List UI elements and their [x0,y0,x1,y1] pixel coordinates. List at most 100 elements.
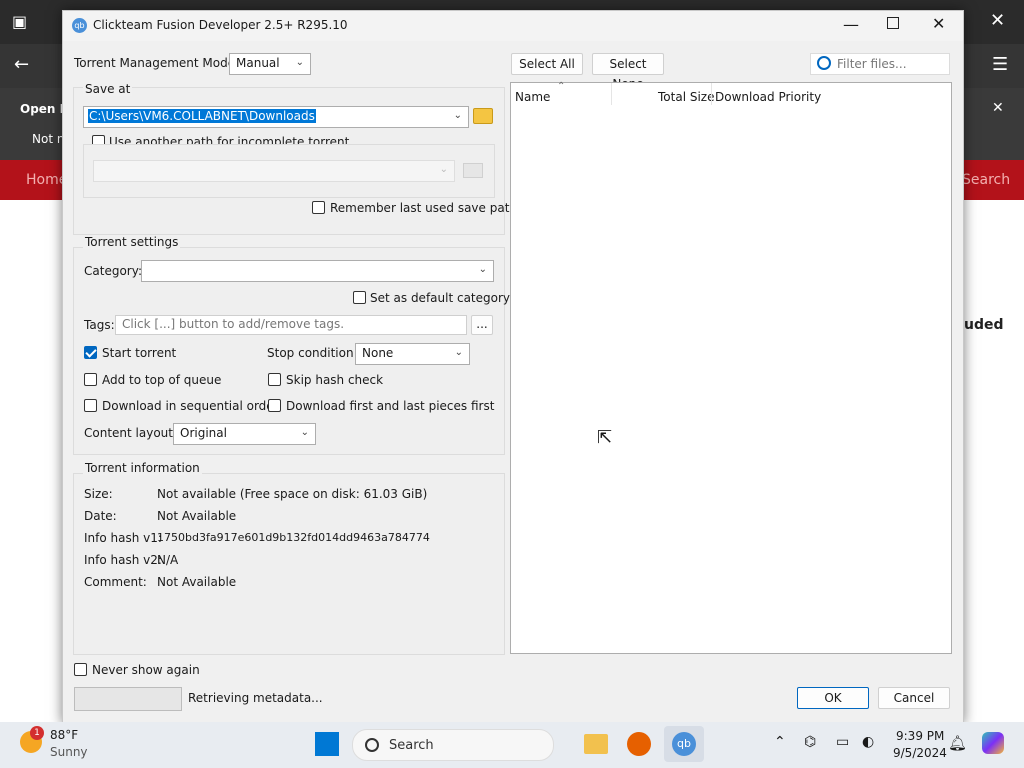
weather-desc: Sunny [50,745,88,759]
page-partial-text: uded [964,317,1004,333]
file-list[interactable]: ⌃ Name Total Size Download Priority [510,81,952,654]
stop-condition-combo[interactable]: None ⌄ [355,343,470,365]
save-path-value: C:\Users\VM6.COLLABNET\Downloads [88,109,316,123]
never-show-again-label: Never show again [92,663,200,677]
taskbar: 1 88°F Sunny Search qb ⌃ ⌬ ▭ ◐ 9:39 PM 9… [0,722,1024,768]
sequential-label: Download in sequential order [102,399,279,413]
sort-up-icon: ⌃ [557,81,566,92]
info-hash2-label: Info hash v2: [84,553,162,567]
save-at-label: Save at [83,82,133,96]
chevron-down-icon: ⌄ [453,110,462,121]
select-all-button[interactable]: Select All [511,53,583,75]
cancel-button[interactable]: Cancel [878,687,950,709]
stop-condition-value: None [362,346,394,360]
col-priority-header[interactable]: Download Priority [715,90,821,104]
content-layout-label: Content layout: [84,426,178,440]
content-layout-combo[interactable]: Original ⌄ [173,423,316,445]
progress-bar [74,687,182,711]
mode-value: Manual [236,56,280,70]
banner-subtitle: Not n [32,132,65,146]
notification-bell-icon[interactable]: 🔔︎ [948,734,967,752]
torrent-info-label: Torrent information [83,461,202,475]
file-explorer-icon[interactable] [584,734,608,754]
site-nav-search[interactable]: Search [962,172,1010,188]
info-date-value: Not Available [157,509,237,523]
tags-input[interactable]: Click [...] button to add/remove tags. [115,315,467,335]
info-hash1-label: Info hash v1: [84,531,162,545]
remember-path-checkbox[interactable] [312,201,325,214]
firefox-icon[interactable] [627,732,651,756]
filter-files-input[interactable]: Filter files... [810,53,950,75]
status-text: Retrieving metadata... [188,691,323,705]
chevron-down-icon: ⌄ [295,57,304,68]
chevron-down-icon: ⌄ [300,427,309,438]
stop-condition-label: Stop condition: [267,346,358,360]
add-top-queue-checkbox[interactable] [84,373,97,386]
clock-time[interactable]: 9:39 PM [896,729,944,743]
set-default-category-label: Set as default category [370,291,511,305]
tray-chevron-up-icon[interactable]: ⌃ [774,734,786,750]
chevron-down-icon: ⌄ [478,264,487,275]
skip-hash-label: Skip hash check [286,373,384,387]
volume-icon[interactable]: ◐ [862,734,874,750]
never-show-again-checkbox[interactable] [74,663,87,676]
taskbar-search[interactable]: Search [352,729,554,761]
dialog-title: Clickteam Fusion Developer 2.5+ R295.10 [93,18,348,32]
content-layout-value: Original [180,426,227,440]
info-hash2-value: N/A [157,553,179,567]
menu-icon[interactable]: ☰ [992,54,1008,75]
banner-close-icon[interactable]: ✕ [992,100,1004,116]
display-icon[interactable]: ▭ [836,734,849,750]
taskbar-search-label: Search [389,738,434,753]
ok-button[interactable]: OK [797,687,869,709]
start-windows-icon[interactable] [315,732,339,756]
info-comment-label: Comment: [84,575,147,589]
qbittorrent-app-icon: qb [72,18,87,33]
add-top-queue-label: Add to top of queue [102,373,222,387]
minimize-icon[interactable]: — [843,15,859,34]
info-date-label: Date: [84,509,117,523]
first-last-label: Download first and last pieces first [286,399,495,413]
start-torrent-checkbox[interactable] [84,346,97,359]
folder-disabled-icon [463,163,483,178]
tags-label: Tags: [84,318,115,332]
tags-placeholder: Click [...] button to add/remove tags. [122,317,345,331]
browser-close-icon[interactable]: ✕ [990,10,1005,31]
search-icon [365,738,379,752]
sequential-checkbox[interactable] [84,399,97,412]
info-size-value: Not available (Free space on disk: 61.03… [157,487,428,501]
chevron-down-icon: ⌄ [439,164,448,175]
tab-overview-icon[interactable]: ▣ [12,12,27,31]
skip-hash-checkbox[interactable] [268,373,281,386]
info-size-label: Size: [84,487,113,501]
folder-icon[interactable] [473,108,493,124]
first-last-checkbox[interactable] [268,399,281,412]
remember-path-label: Remember last used save path [330,201,518,215]
maximize-icon[interactable] [887,17,899,29]
col-name-header[interactable]: Name [515,90,550,104]
chevron-down-icon: ⌄ [454,347,463,358]
info-hash1-value: 1750bd3fa917e601d9b132fd014dd9463a784774 [157,531,430,544]
close-icon[interactable]: ✕ [932,14,945,33]
save-path-combo[interactable]: C:\Users\VM6.COLLABNET\Downloads ⌄ [83,106,469,128]
filter-placeholder: Filter files... [837,57,907,71]
col-divider [711,83,712,105]
category-combo[interactable]: ⌄ [141,260,494,282]
tags-edit-button[interactable]: ... [471,315,493,335]
search-icon [817,56,831,70]
back-icon[interactable]: ← [14,54,29,75]
mode-select[interactable]: Manual ⌄ [229,53,311,75]
dialog-titlebar: qb Clickteam Fusion Developer 2.5+ R295.… [63,11,963,41]
clock-date[interactable]: 9/5/2024 [893,746,947,760]
set-default-category-checkbox[interactable] [353,291,366,304]
mode-label: Torrent Management Mode: [74,56,240,70]
mouse-cursor-icon: ⇱ [597,427,613,448]
torrent-settings-label: Torrent settings [83,235,181,249]
select-none-button[interactable]: Select None [592,53,664,91]
info-comment-value: Not Available [157,575,237,589]
copilot-icon[interactable] [982,732,1004,754]
network-icon[interactable]: ⌬ [804,734,816,750]
col-size-header[interactable]: Total Size [658,90,714,104]
weather-temp: 88°F [50,728,79,742]
start-torrent-label: Start torrent [102,346,177,360]
